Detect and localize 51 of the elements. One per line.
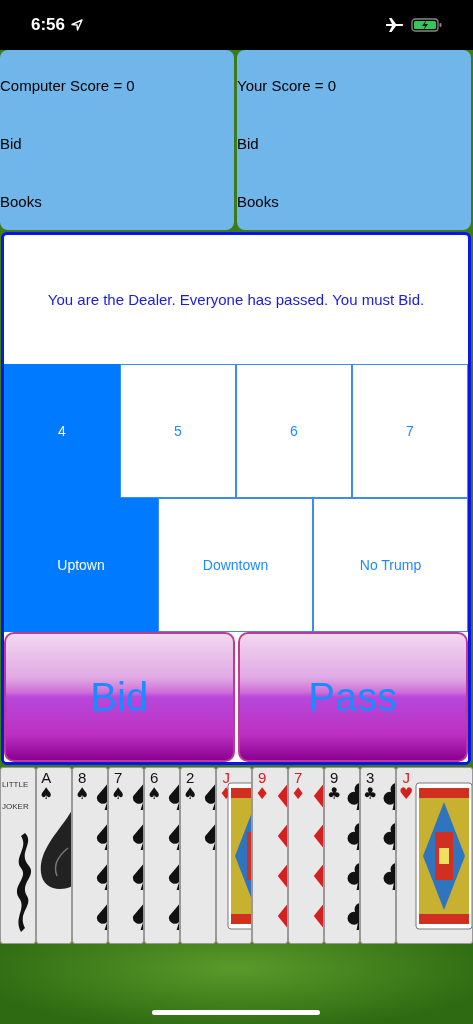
card-suit: ♣ xyxy=(327,786,342,802)
bid-label: Bid xyxy=(0,134,23,152)
card-suit: ♥ xyxy=(399,786,414,802)
card-rank: 3 xyxy=(366,770,375,786)
trump-option[interactable]: Downtown xyxy=(158,498,313,632)
playing-card[interactable]: 7 ♦ xyxy=(288,767,324,944)
card-suit: ♣ xyxy=(363,786,378,802)
score-label: Your Score = 0 xyxy=(237,76,338,94)
card-suit: ♦ xyxy=(291,786,306,802)
playing-card[interactable]: 2 ♠ xyxy=(180,767,216,944)
card-rank: 9 xyxy=(330,770,339,786)
score-label: Computer Score = 0 xyxy=(0,76,136,94)
card-rank: A xyxy=(41,770,52,786)
bid-number-option[interactable]: 6 xyxy=(236,364,352,498)
playing-card[interactable]: A ♠ xyxy=(36,767,72,944)
card-suit: ♦ xyxy=(255,786,270,802)
bid-number-option[interactable]: 4 xyxy=(4,364,120,498)
airplane-icon xyxy=(385,17,405,33)
card-suit: ♠ xyxy=(111,786,126,802)
bid-number-option[interactable]: 5 xyxy=(120,364,236,498)
card-rank: J xyxy=(222,770,230,786)
bid-number-option[interactable]: 7 xyxy=(352,364,468,498)
playing-card[interactable]: 3 ♣ xyxy=(360,767,396,944)
playing-card[interactable]: 9 ♣ xyxy=(324,767,360,944)
playing-card[interactable]: 8 ♠ xyxy=(72,767,108,944)
card-rank: J xyxy=(402,770,410,786)
location-arrow-icon xyxy=(71,19,84,31)
playing-card[interactable]: 6 ♠ xyxy=(144,767,180,944)
card-suit: ♠ xyxy=(183,786,198,802)
bid-label: Bid xyxy=(237,134,260,152)
trump-option[interactable]: No Trump xyxy=(313,498,468,632)
card-rank: 7 xyxy=(294,770,303,786)
card-suit: ♠ xyxy=(39,786,54,802)
playing-card[interactable]: 9 ♦ xyxy=(252,767,288,944)
card-rank: 2 xyxy=(186,770,195,786)
playing-card[interactable]: LITTLE JOKER xyxy=(0,767,36,944)
card-rank: 9 xyxy=(258,770,267,786)
battery-charging-icon xyxy=(411,17,443,33)
playing-card[interactable]: 7 ♠ xyxy=(108,767,144,944)
clock-time: 6:56 xyxy=(31,15,66,35)
card-rank: 8 xyxy=(78,770,87,786)
joker-label: LITTLE JOKER xyxy=(2,779,30,813)
card-suit: ♠ xyxy=(147,786,162,802)
message-text: You are the Dealer. Everyone has passed. You must Bid. xyxy=(47,291,425,308)
card-rank: 7 xyxy=(114,770,123,786)
card-rank: 6 xyxy=(150,770,159,786)
trump-option[interactable]: Uptown xyxy=(4,498,158,632)
card-suit: ♠ xyxy=(75,786,90,802)
books-label: Books xyxy=(237,192,280,210)
books-label: Books xyxy=(0,192,43,210)
playing-card[interactable]: J ♥ xyxy=(396,767,473,944)
